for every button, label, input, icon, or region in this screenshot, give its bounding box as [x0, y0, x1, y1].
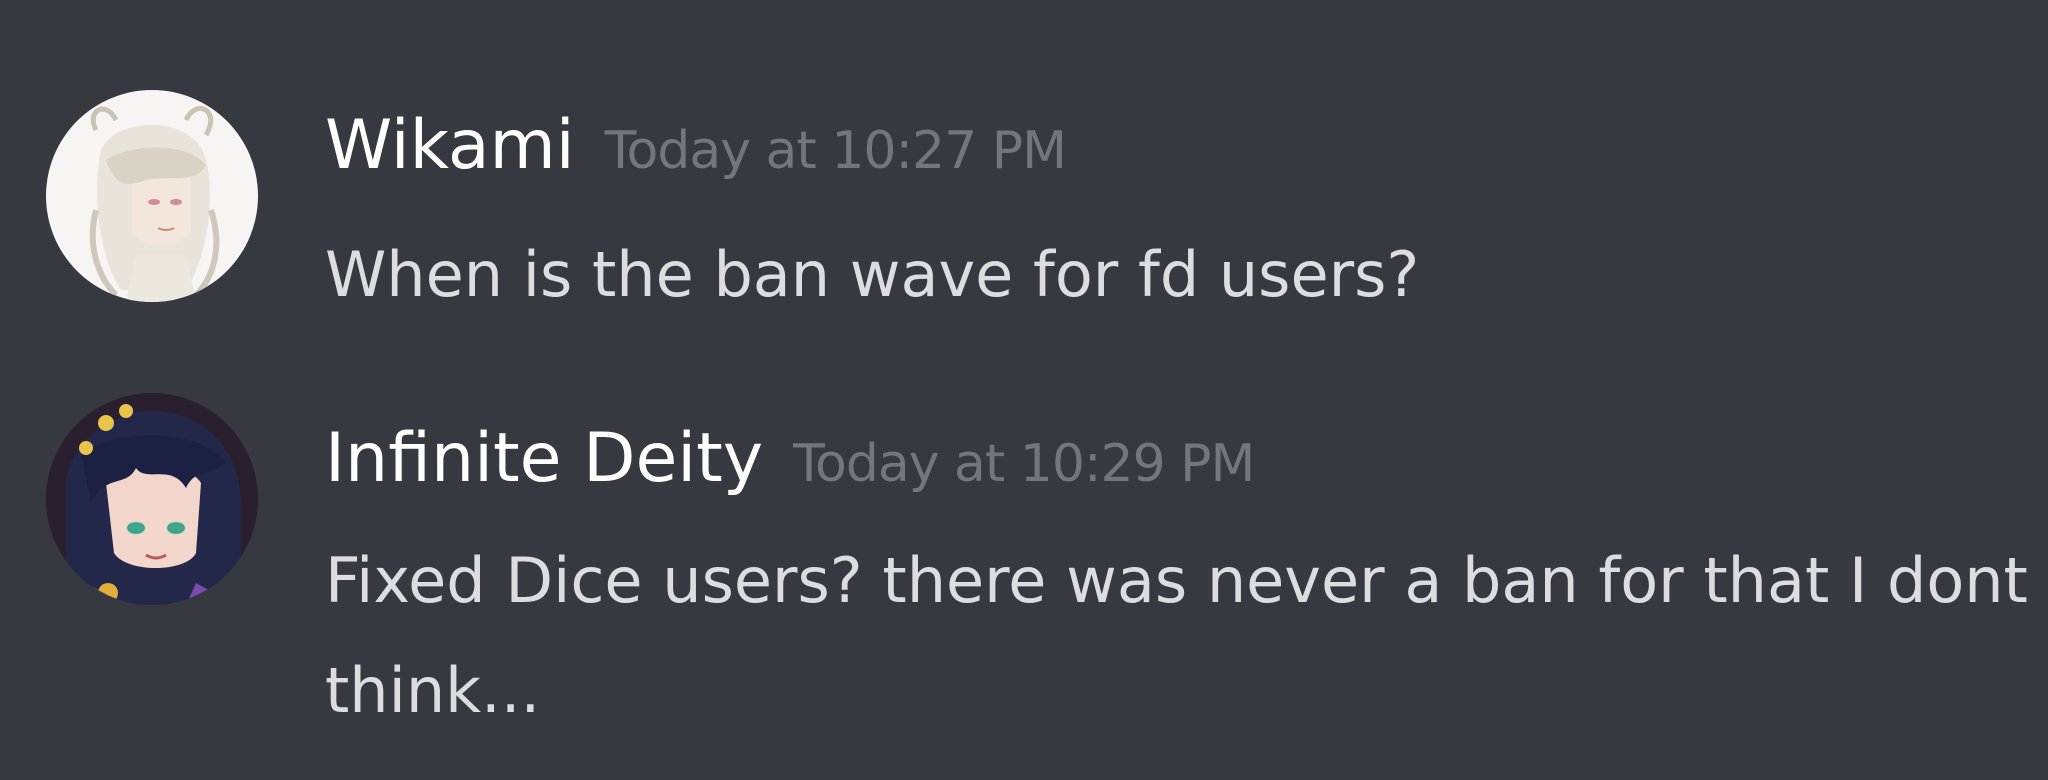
user-avatar[interactable]: [46, 90, 258, 302]
white-haired-character-avatar-icon: [46, 90, 258, 302]
message-header: Infinite Deity Today at 10:29 PM: [325, 419, 1255, 498]
message-line: When is the ban wave for fd users?: [325, 238, 1420, 311]
message-header: Wikami Today at 10:27 PM: [325, 106, 1067, 185]
chat-message-list: Wikami Today at 10:27 PM When is the ban …: [0, 0, 2048, 780]
message-line: think...: [325, 654, 541, 727]
message-timestamp[interactable]: Today at 10:29 PM: [793, 434, 1255, 494]
user-avatar[interactable]: [46, 393, 258, 605]
dark-haired-character-avatar-icon: [46, 393, 258, 605]
chat-message: Infinite Deity Today at 10:29 PM Fixed Di…: [0, 393, 2048, 753]
message-content: When is the ban wave for fd users?: [325, 220, 1419, 330]
message-content: Fixed Dice users? there was never a ban …: [325, 526, 2028, 746]
message-line: Fixed Dice users? there was never a ban …: [325, 544, 2028, 617]
username[interactable]: Infinite Deity: [325, 419, 763, 498]
message-timestamp[interactable]: Today at 10:27 PM: [605, 121, 1067, 181]
chat-message: Wikami Today at 10:27 PM When is the ban …: [0, 90, 2048, 320]
username[interactable]: Wikami: [325, 106, 575, 185]
